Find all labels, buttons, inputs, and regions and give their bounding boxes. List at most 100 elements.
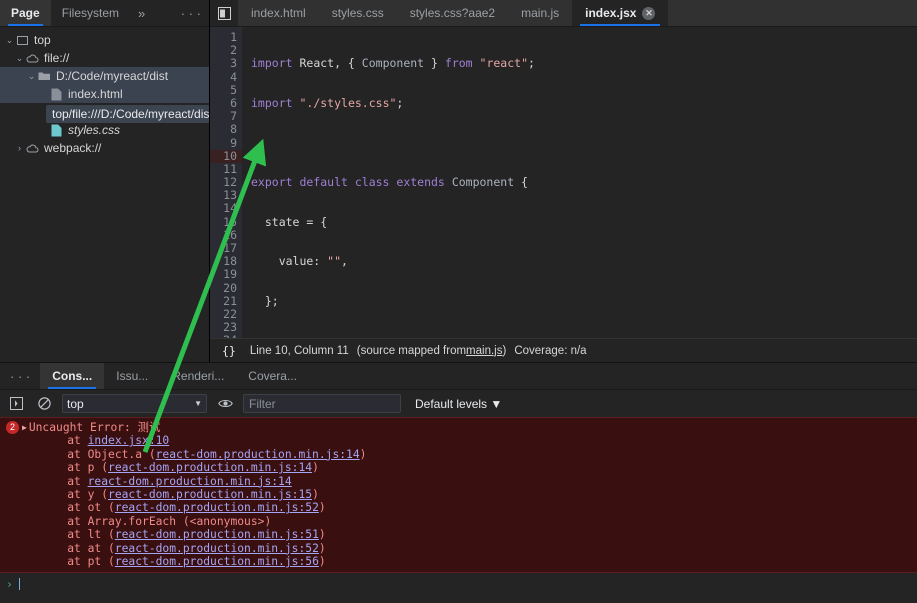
source-tab-label: main.js: [521, 6, 560, 20]
stack-frame-prefix: at pt (: [40, 555, 115, 569]
stack-frame: at index.jsx:10: [0, 434, 917, 447]
drawer-tab-coverage[interactable]: Covera...: [236, 363, 309, 389]
close-icon[interactable]: ✕: [642, 6, 656, 20]
stack-frame: at ot (react-dom.production.min.js:52): [0, 501, 917, 514]
source-map-prefix: (source mapped from: [356, 344, 467, 357]
line-number: 7: [230, 109, 237, 124]
source-map-link[interactable]: main.js: [466, 345, 502, 357]
code-line-5: state = {: [251, 214, 328, 229]
stack-frame-prefix: at: [40, 434, 88, 448]
stack-frame-link[interactable]: react-dom.production.min.js:15: [108, 488, 312, 501]
file-doc-icon: [49, 87, 64, 101]
console-toolbar: top ▼ Filter Default levels ▼: [0, 390, 917, 417]
execution-context-select[interactable]: top ▼: [62, 394, 207, 413]
line-number: 15: [223, 214, 237, 229]
file-css-icon: [49, 123, 64, 137]
console-filter-input[interactable]: Filter: [243, 394, 401, 413]
tree-item-label: styles.css: [68, 123, 121, 137]
line-number: 20: [223, 280, 237, 295]
console-error-message[interactable]: 2 ▶ Uncaught Error: 测试 at index.jsx:10 a…: [0, 417, 917, 574]
code-editor[interactable]: 1 2 3 4 5 6 7 8 9 10 11 12 13 14 15 16 1: [210, 27, 917, 338]
tree-item-file-origin[interactable]: ⌄ file://: [0, 49, 209, 67]
pretty-print-icon[interactable]: {}: [222, 344, 236, 358]
stack-frame-suffix: ): [318, 555, 326, 569]
console-error-header[interactable]: 2 ▶ Uncaught Error: 测试: [0, 421, 917, 434]
tree-item-styles-css[interactable]: styles.css: [0, 121, 209, 139]
source-tab-index-html[interactable]: index.html: [238, 0, 319, 26]
stack-frame-link[interactable]: react-dom.production.min.js:14: [156, 448, 360, 461]
line-number: 6: [230, 95, 237, 110]
stack-frame: at Array.forEach (<anonymous>): [0, 515, 917, 528]
twisty-icon[interactable]: ›: [14, 139, 25, 157]
console-text-cursor: [18, 578, 20, 591]
source-tab-label: index.html: [251, 6, 306, 20]
line-number: 10: [210, 149, 242, 163]
console-error-text: Uncaught Error: 测试: [28, 421, 161, 434]
stack-frame-link[interactable]: react-dom.production.min.js:14: [108, 461, 312, 474]
navigator-menu-icon[interactable]: · · ·: [173, 0, 209, 26]
code-line-4: export default class extends Component {: [251, 175, 528, 190]
dock-to-left-icon[interactable]: [210, 0, 238, 26]
drawer-tab-rendering[interactable]: Renderi...: [160, 363, 236, 389]
nav-tab-filesystem-label: Filesystem: [61, 6, 120, 20]
line-number: 2: [230, 43, 237, 58]
expand-triangle-icon[interactable]: ▶: [22, 421, 27, 434]
tree-item-label: top: [34, 33, 51, 47]
drawer-tab-console[interactable]: Cons...: [40, 363, 105, 389]
folder-icon: [37, 69, 52, 83]
drawer-tabbar: · · · Cons... Issu... Renderi... Covera.…: [0, 363, 917, 390]
stack-frame-suffix: ): [312, 488, 319, 502]
drawer-more-icon[interactable]: · · ·: [0, 363, 40, 389]
line-number: 3: [230, 56, 237, 71]
log-levels-dropdown[interactable]: Default levels ▼: [415, 397, 502, 411]
nav-more-tabs-icon[interactable]: »: [130, 0, 153, 26]
cursor-position: Line 10, Column 11: [249, 344, 349, 357]
error-count-badge: 2: [6, 421, 19, 434]
nav-tab-page[interactable]: Page: [0, 0, 51, 26]
sources-tabbar: index.html styles.css styles.css?aae2 ma…: [210, 0, 917, 27]
nav-tab-page-label: Page: [11, 6, 40, 20]
source-tab-styles-css[interactable]: styles.css: [319, 0, 397, 26]
tree-item-main-js[interactable]: main.js: [0, 103, 209, 121]
tree-item-index-html[interactable]: index.html: [0, 85, 209, 103]
twisty-icon[interactable]: ⌄: [14, 49, 25, 67]
line-number: 4: [230, 69, 237, 84]
drawer-tab-issues[interactable]: Issu...: [104, 363, 160, 389]
file-tree: ⌄ top ⌄ file:// ⌄ D:/Code/myreact/dist i…: [0, 27, 209, 362]
source-tab-styles-css-aae2[interactable]: styles.css?aae2: [397, 0, 508, 26]
nav-tab-filesystem[interactable]: Filesystem: [51, 0, 130, 26]
tree-item-dist-folder[interactable]: ⌄ D:/Code/myreact/dist: [0, 67, 209, 85]
source-tab-label: styles.css: [331, 6, 384, 20]
line-number: 19: [223, 267, 237, 282]
cloud-icon: [25, 141, 40, 155]
top-region: Page Filesystem » · · · ⌄ top ⌄ file:// …: [0, 0, 917, 362]
console-sidebar-icon[interactable]: [6, 394, 26, 414]
source-status-bar: {} Line 10, Column 11 (source mapped fro…: [210, 338, 917, 362]
coverage-status: Coverage: n/a: [514, 344, 587, 357]
stack-frame-link[interactable]: react-dom.production.min.js:52: [115, 501, 319, 514]
twisty-icon[interactable]: ⌄: [4, 31, 15, 49]
stack-frame: at at (react-dom.production.min.js:52): [0, 542, 917, 555]
execution-context-value: top: [67, 396, 84, 411]
stack-frame-link[interactable]: react-dom.production.min.js:14: [88, 475, 292, 488]
stack-frame-prefix: at ot (: [40, 501, 115, 515]
twisty-icon[interactable]: ⌄: [26, 67, 37, 85]
source-tab-index-jsx[interactable]: index.jsx ✕: [572, 0, 669, 26]
stack-frame-link[interactable]: index.jsx:10: [88, 434, 170, 447]
console-input-row[interactable]: ›: [0, 573, 917, 595]
stack-frame-suffix: <anonymous>): [189, 514, 272, 528]
stack-frame-link[interactable]: react-dom.production.min.js:56: [115, 555, 319, 568]
devtools-window: Page Filesystem » · · · ⌄ top ⌄ file:// …: [0, 0, 917, 603]
tree-item-webpack-origin[interactable]: › webpack://: [0, 139, 209, 157]
stack-frame-link[interactable]: react-dom.production.min.js:51: [115, 528, 319, 541]
source-tab-main-js[interactable]: main.js: [508, 0, 572, 26]
tree-item-top[interactable]: ⌄ top: [0, 31, 209, 49]
stack-frame-prefix: at Object.a (: [40, 447, 156, 461]
clear-console-icon[interactable]: [34, 394, 54, 414]
stack-frame-link[interactable]: react-dom.production.min.js:52: [115, 542, 319, 555]
line-number: 14: [223, 201, 237, 216]
code-content[interactable]: import React, { Component } from "react"…: [242, 27, 917, 338]
live-expression-eye-icon[interactable]: [215, 394, 235, 414]
line-number: 1: [230, 30, 237, 44]
chevron-down-icon: ▼: [490, 396, 503, 411]
